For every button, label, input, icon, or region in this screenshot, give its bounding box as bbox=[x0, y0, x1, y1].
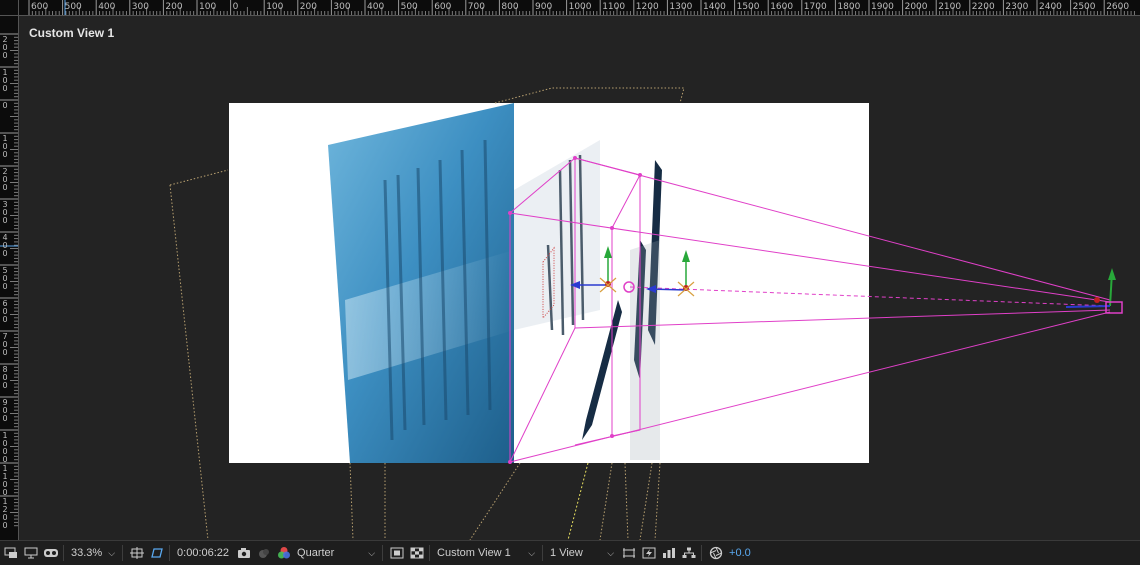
grid-guides-icon[interactable] bbox=[128, 544, 146, 562]
chevron-down-icon: ⌵ bbox=[368, 547, 376, 558]
ruler-tick-label: 1500 bbox=[736, 2, 760, 12]
ruler-tick-label: 2 0 0 bbox=[2, 35, 8, 60]
chevron-down-icon: ⌵ bbox=[528, 547, 536, 558]
ruler-tick-label: 500 bbox=[64, 2, 82, 12]
exposure-value[interactable]: +0.0 bbox=[725, 547, 755, 559]
ruler-tick-label: 500 bbox=[400, 2, 418, 12]
ruler-tick-label: 2500 bbox=[1072, 2, 1096, 12]
ruler-tick-label: 4 0 0 bbox=[2, 233, 8, 258]
ruler-tick-label: 2600 bbox=[1106, 2, 1130, 12]
ruler-tick-label: 1200 bbox=[635, 2, 659, 12]
ruler-tick-label: 2400 bbox=[1039, 2, 1062, 12]
ruler-tick-label: 9 0 0 bbox=[2, 398, 8, 423]
show-snapshot-icon[interactable] bbox=[255, 544, 273, 562]
camera-snapshot-icon[interactable] bbox=[235, 544, 253, 562]
ruler-tick-label: 400 bbox=[367, 2, 385, 12]
ruler-tick-label: 1400 bbox=[703, 2, 726, 12]
reset-exposure-icon[interactable] bbox=[707, 544, 725, 562]
toolbar-divider bbox=[429, 545, 431, 561]
ruler-tick-label: 300 bbox=[333, 2, 351, 12]
ruler-tick-label: 1700 bbox=[803, 2, 827, 12]
ruler-tick-label: 1000 bbox=[568, 2, 592, 12]
ruler-tick-label: 3 0 0 bbox=[2, 200, 8, 225]
zoom-dropdown[interactable]: 33.3% ⌵ bbox=[67, 544, 119, 562]
toolbar-divider bbox=[63, 545, 64, 561]
composition-frame[interactable] bbox=[229, 103, 869, 463]
ruler-tick-label: 1 0 0 0 bbox=[2, 431, 8, 464]
flowchart-icon[interactable] bbox=[680, 544, 698, 562]
region-of-interest-icon[interactable] bbox=[388, 544, 406, 562]
ruler-tick-label: 200 bbox=[299, 2, 317, 12]
ruler-tick-label: 1800 bbox=[837, 2, 861, 12]
channels-rgb-icon[interactable] bbox=[275, 544, 293, 562]
monitor-icon[interactable] bbox=[22, 544, 40, 562]
view-name-label: Custom View 1 bbox=[29, 26, 115, 40]
ruler-tick-label: 5 0 0 bbox=[2, 266, 8, 291]
ruler-horizontal[interactable]: 600 500 400 300 200 100 0 100 200 300 400 500 600 700… bbox=[0, 0, 1140, 16]
fast-previews-icon[interactable] bbox=[640, 544, 658, 562]
ruler-tick-label: 900 bbox=[535, 2, 553, 12]
ruler-tick-label: 1 0 0 bbox=[2, 68, 8, 93]
ruler-tick-label: 1600 bbox=[770, 2, 794, 12]
ruler-tick-label: 700 bbox=[467, 2, 485, 12]
toggle-pixel-aspect-icon[interactable] bbox=[620, 544, 638, 562]
timeline-icon[interactable] bbox=[660, 544, 678, 562]
ruler-tick-label: 2000 bbox=[904, 2, 928, 12]
chevron-down-icon: ⌵ bbox=[607, 547, 615, 558]
3d-view-value: Custom View 1 bbox=[437, 547, 511, 559]
ruler-tick-label: 2300 bbox=[1005, 2, 1029, 12]
ruler-tick-label: 7 0 0 bbox=[2, 332, 8, 357]
ruler-tick-label: 1 0 0 bbox=[2, 134, 8, 159]
ruler-tick-label: 300 bbox=[131, 2, 149, 12]
ruler-tick-label: 6 0 0 bbox=[2, 299, 8, 324]
toolbar-divider bbox=[542, 545, 544, 561]
ruler-tick-label: 1 2 0 0 bbox=[2, 497, 8, 530]
current-time-display[interactable]: 0:00:06:22 bbox=[173, 547, 233, 559]
ruler-tick-label: 2 0 0 bbox=[2, 167, 8, 192]
ruler-tick-label: 200 bbox=[165, 2, 183, 12]
chevron-down-icon: ⌵ bbox=[108, 547, 116, 558]
ruler-tick-label: 0 bbox=[2, 101, 8, 110]
always-preview-icon[interactable] bbox=[2, 544, 20, 562]
ruler-tick-label: 600 bbox=[434, 2, 452, 12]
zoom-value: 33.3% bbox=[71, 547, 103, 559]
ruler-vertical[interactable]: 2 0 0 1 0 0 0 1 0 0 2 0 0 3 0 0 4 0 0 5 0 0 6 0 … bbox=[0, 16, 19, 540]
ruler-tick-label: 1300 bbox=[669, 2, 693, 12]
view-layout-value: 1 View bbox=[550, 547, 583, 559]
ruler-tick-label: 0 bbox=[232, 2, 239, 12]
viewer-toolbar: 33.3% ⌵ 0:00:06:22 Quarter ⌵ Custom View… bbox=[0, 540, 1140, 565]
resolution-value: Quarter bbox=[297, 547, 335, 559]
ruler-tick-label: 1 1 0 0 bbox=[2, 464, 8, 497]
vr-goggles-icon[interactable] bbox=[42, 544, 60, 562]
ruler-tick-label: 800 bbox=[501, 2, 519, 12]
view-layout-dropdown[interactable]: 1 View ⌵ bbox=[546, 544, 618, 562]
ruler-tick-label: 100 bbox=[266, 2, 284, 12]
resolution-dropdown[interactable]: Quarter ⌵ bbox=[293, 544, 379, 562]
ruler-tick-label: 100 bbox=[199, 2, 217, 12]
toolbar-divider bbox=[169, 545, 171, 561]
ruler-tick-label: 8 0 0 bbox=[2, 365, 8, 390]
ruler-tick-label: 400 bbox=[98, 2, 116, 12]
ruler-tick-label: 600 bbox=[31, 2, 49, 12]
3d-view-dropdown[interactable]: Custom View 1 ⌵ bbox=[433, 544, 539, 562]
transparency-grid-icon[interactable] bbox=[408, 544, 426, 562]
ruler-tick-label: 2100 bbox=[938, 2, 962, 12]
toolbar-divider bbox=[701, 545, 703, 561]
toolbar-divider bbox=[122, 545, 124, 561]
toolbar-divider bbox=[382, 545, 384, 561]
ruler-tick-label: 1100 bbox=[602, 2, 626, 12]
ruler-tick-label: 2200 bbox=[971, 2, 995, 12]
ruler-tick-label: 1900 bbox=[871, 2, 894, 12]
mask-path-icon[interactable] bbox=[148, 544, 166, 562]
